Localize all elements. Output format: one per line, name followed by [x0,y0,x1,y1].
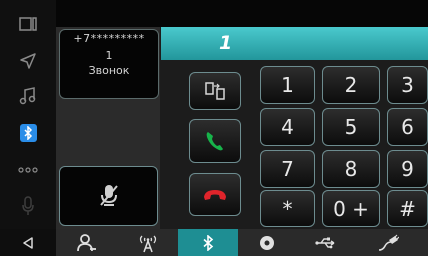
dialed-number: 1 [219,32,233,54]
keypad-key-hash[interactable]: # [387,190,428,227]
back-icon [23,236,33,249]
transfer-icon [205,82,225,100]
tab-usb[interactable] [296,229,356,256]
answer-call-button[interactable] [189,119,241,163]
keypad-key-0-plus[interactable]: 0 + [322,190,380,227]
contacts-icon [77,233,96,251]
tab-bluetooth[interactable] [178,229,238,256]
tab-disc[interactable] [238,229,296,256]
keypad-key-6[interactable]: 6 [387,108,428,146]
tab-radio[interactable] [118,229,178,256]
phone-answer-icon [206,132,223,151]
switch-device-button[interactable] [189,72,241,110]
usb-icon [315,237,335,248]
call-info-card: +7********* 1 Звонок [59,29,159,99]
phone-hangup-icon [204,189,226,200]
keypad-key-5[interactable]: 5 [322,108,380,146]
link-icon [378,234,399,251]
music-icon[interactable] [0,80,56,112]
keypad-key-1[interactable]: 1 [260,66,315,104]
caller-number: +7********* [73,32,145,45]
disc-icon [260,235,274,250]
keypad-key-star[interactable]: * [260,190,315,227]
panel-icon[interactable] [0,8,56,40]
hangup-call-button[interactable] [189,173,241,216]
microphone-icon[interactable] [0,190,56,222]
keypad-key-8[interactable]: 8 [322,150,380,188]
mic-mute-icon [99,185,118,206]
navigation-icon[interactable] [0,45,56,77]
call-count: 1 [105,49,113,62]
bluetooth-icon[interactable] [0,117,56,149]
back-button[interactable] [0,229,56,256]
more-icon[interactable] [0,154,56,186]
keypad-key-3[interactable]: 3 [387,66,428,104]
tab-link[interactable] [356,229,420,256]
tab-contacts[interactable] [56,229,118,256]
keypad-key-2[interactable]: 2 [322,66,380,104]
call-label: Звонок [88,64,130,77]
keypad-key-4[interactable]: 4 [260,108,315,146]
radio-icon [139,235,157,252]
dialed-number-display: 1 [161,27,428,60]
bluetooth-icon [203,234,214,251]
status-bar [56,0,428,27]
keypad-key-9[interactable]: 9 [387,150,428,188]
keypad-key-7[interactable]: 7 [260,150,315,188]
mute-microphone-button[interactable] [59,166,158,226]
